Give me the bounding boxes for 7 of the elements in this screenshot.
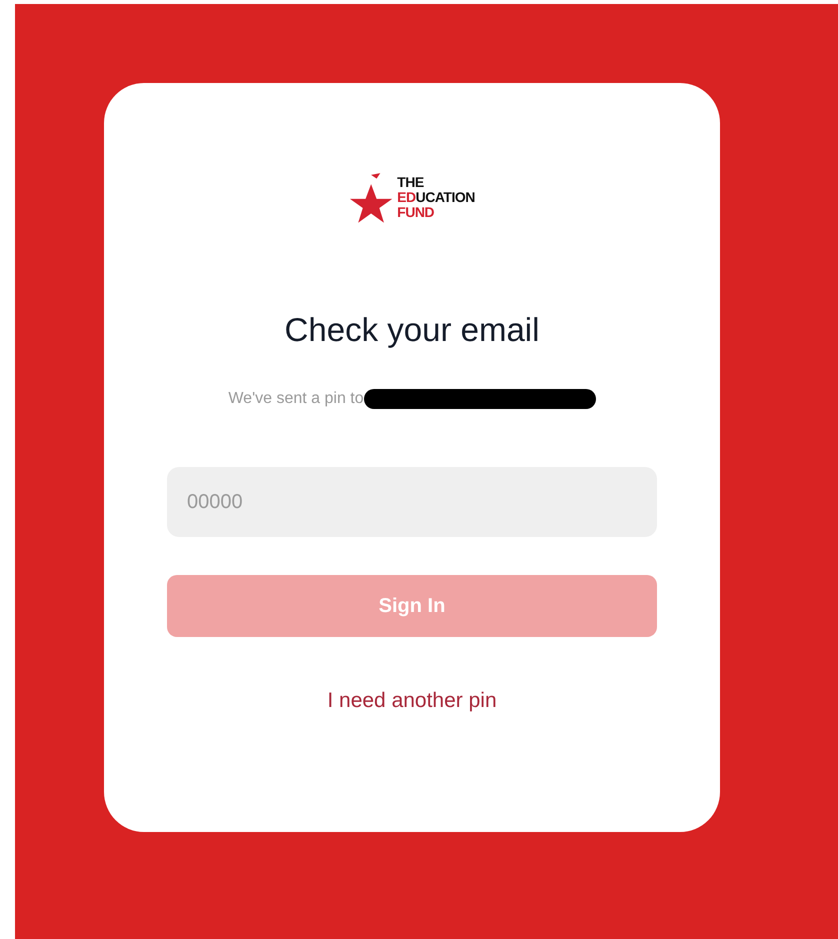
logo-text: FUND bbox=[397, 204, 436, 220]
message-text: We've sent a pin to bbox=[228, 390, 364, 408]
logo-text: EDUCATION bbox=[397, 190, 475, 204]
resend-pin-link[interactable]: I need another pin bbox=[327, 689, 497, 713]
logo-text: THE bbox=[397, 174, 425, 190]
pin-input-field[interactable]: 00000 bbox=[167, 467, 657, 537]
heading: Check your email bbox=[284, 311, 540, 349]
